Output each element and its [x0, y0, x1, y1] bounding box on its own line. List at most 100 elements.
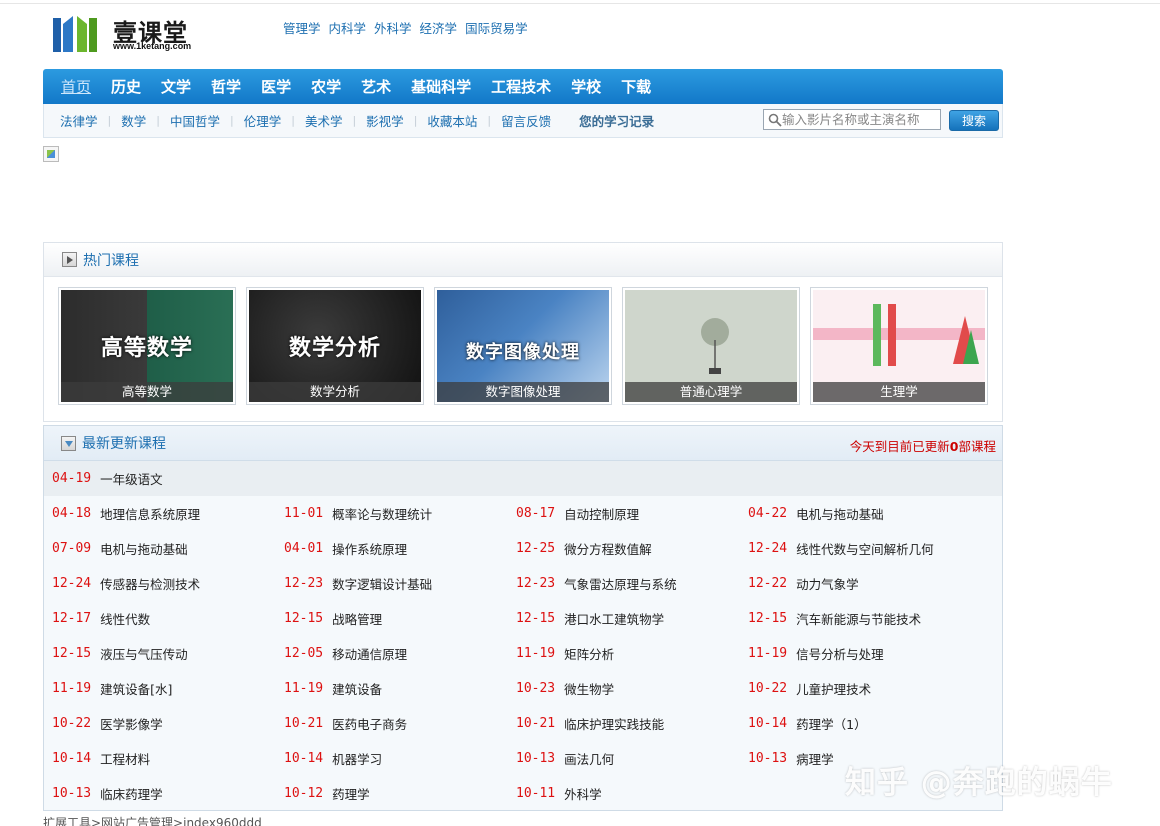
course-title[interactable]: 病理学 — [796, 749, 834, 768]
list-item[interactable]: 12-15 液压与气压传动 — [52, 644, 284, 663]
list-item[interactable]: 10-22 儿童护理技术 — [748, 679, 980, 698]
course-title[interactable]: 一年级语文 — [100, 469, 163, 488]
list-item[interactable]: 04-01 操作系统原理 — [284, 539, 516, 558]
course-title[interactable]: 微分方程数值解 — [564, 539, 652, 558]
course-card[interactable]: 普通心理学 — [622, 287, 800, 405]
nav-item[interactable]: 下载 — [611, 76, 661, 97]
list-item[interactable]: 12-24 传感器与检测技术 — [52, 574, 284, 593]
list-item[interactable]: 10-22 医学影像学 — [52, 714, 284, 733]
course-title[interactable]: 微生物学 — [564, 679, 614, 698]
course-title[interactable]: 医药电子商务 — [332, 714, 407, 733]
course-card[interactable]: 数学分析 数学分析 — [246, 287, 424, 405]
course-title[interactable]: 信号分析与处理 — [796, 644, 884, 663]
course-title[interactable]: 数字逻辑设计基础 — [332, 574, 432, 593]
nav-item[interactable]: 艺术 — [351, 76, 401, 97]
nav-item[interactable]: 基础科学 — [401, 76, 481, 97]
list-item[interactable]: 10-13 画法几何 — [516, 749, 748, 768]
list-item[interactable]: 12-17 线性代数 — [52, 609, 284, 628]
course-title[interactable]: 动力气象学 — [796, 574, 859, 593]
list-item[interactable]: 10-14 工程材料 — [52, 749, 284, 768]
course-card[interactable]: 高等数学 高等数学 — [58, 287, 236, 405]
course-title[interactable]: 药理学 — [332, 784, 370, 803]
course-title[interactable]: 线性代数与空间解析几何 — [796, 539, 934, 558]
nav-item[interactable]: 文学 — [151, 76, 201, 97]
list-item[interactable]: 12-15 汽车新能源与节能技术 — [748, 609, 980, 628]
sub-nav-item[interactable]: 法律学 — [50, 111, 108, 130]
sub-nav-item[interactable]: 伦理学 — [234, 111, 292, 130]
top-link[interactable]: 外科学 — [374, 18, 412, 37]
list-item[interactable]: 07-09 电机与拖动基础 — [52, 539, 284, 558]
nav-item[interactable]: 医学 — [251, 76, 301, 97]
course-title[interactable]: 电机与拖动基础 — [796, 504, 884, 523]
list-item[interactable]: 12-15 战略管理 — [284, 609, 516, 628]
sub-nav-item[interactable]: 数学 — [111, 111, 156, 130]
list-item[interactable]: 10-12 药理学 — [284, 784, 516, 803]
list-item[interactable]: 10-23 微生物学 — [516, 679, 748, 698]
course-title[interactable]: 医学影像学 — [100, 714, 163, 733]
course-title[interactable]: 自动控制原理 — [564, 504, 639, 523]
nav-item[interactable]: 农学 — [301, 76, 351, 97]
sub-nav-item[interactable]: 收藏本站 — [417, 111, 487, 130]
top-link[interactable]: 内科学 — [329, 18, 367, 37]
nav-item[interactable]: 哲学 — [201, 76, 251, 97]
site-logo[interactable]: 壹课堂 www.1ketang.com — [53, 11, 203, 55]
list-item[interactable]: 04-19 一年级语文 — [44, 461, 1002, 496]
list-item[interactable]: 04-22 电机与拖动基础 — [748, 504, 980, 523]
course-title[interactable]: 电机与拖动基础 — [100, 539, 188, 558]
course-title[interactable]: 液压与气压传动 — [100, 644, 188, 663]
course-title[interactable]: 港口水工建筑物学 — [564, 609, 664, 628]
list-item[interactable]: 12-25 微分方程数值解 — [516, 539, 748, 558]
list-item[interactable]: 12-23 气象雷达原理与系统 — [516, 574, 748, 593]
course-title[interactable]: 线性代数 — [100, 609, 150, 628]
study-record-link[interactable]: 您的学习记录 — [561, 111, 664, 130]
list-item[interactable]: 04-18 地理信息系统原理 — [52, 504, 284, 523]
list-item[interactable]: 10-11 外科学 — [516, 784, 748, 803]
nav-item[interactable]: 工程技术 — [481, 76, 561, 97]
search-button[interactable]: 搜索 — [949, 110, 999, 131]
list-item[interactable]: 10-21 临床护理实践技能 — [516, 714, 748, 733]
list-item[interactable]: 10-13 临床药理学 — [52, 784, 284, 803]
list-item[interactable]: 12-24 线性代数与空间解析几何 — [748, 539, 980, 558]
course-title[interactable]: 临床护理实践技能 — [564, 714, 664, 733]
course-card[interactable]: 生理学 — [810, 287, 988, 405]
course-title[interactable]: 矩阵分析 — [564, 644, 614, 663]
course-title[interactable]: 移动通信原理 — [332, 644, 407, 663]
course-title[interactable]: 汽车新能源与节能技术 — [796, 609, 921, 628]
list-item[interactable]: 11-19 矩阵分析 — [516, 644, 748, 663]
top-link[interactable]: 经济学 — [420, 18, 458, 37]
search-input[interactable] — [782, 110, 932, 129]
list-item[interactable]: 10-14 药理学（1） — [748, 714, 980, 733]
top-link[interactable]: 国际贸易学 — [465, 18, 528, 37]
course-title[interactable]: 地理信息系统原理 — [100, 504, 200, 523]
course-card[interactable]: 数字图像处理 数字图像处理 — [434, 287, 612, 405]
list-item[interactable]: 11-19 建筑设备[水] — [52, 679, 284, 698]
nav-item[interactable]: 历史 — [101, 76, 151, 97]
course-title[interactable]: 操作系统原理 — [332, 539, 407, 558]
course-title[interactable]: 临床药理学 — [100, 784, 163, 803]
sub-nav-item[interactable]: 美术学 — [295, 111, 353, 130]
list-item[interactable]: 12-22 动力气象学 — [748, 574, 980, 593]
course-title[interactable]: 战略管理 — [332, 609, 382, 628]
course-title[interactable]: 气象雷达原理与系统 — [564, 574, 677, 593]
course-title[interactable]: 外科学 — [564, 784, 602, 803]
course-title[interactable]: 概率论与数理统计 — [332, 504, 432, 523]
sub-nav-item[interactable]: 中国哲学 — [160, 111, 230, 130]
sub-nav-item[interactable]: 影视学 — [356, 111, 414, 130]
course-title[interactable]: 工程材料 — [100, 749, 150, 768]
course-title[interactable]: 建筑设备 — [332, 679, 382, 698]
nav-item-home[interactable]: 首页 — [51, 76, 101, 97]
nav-item[interactable]: 学校 — [561, 76, 611, 97]
course-title[interactable]: 传感器与检测技术 — [100, 574, 200, 593]
list-item[interactable]: 11-01 概率论与数理统计 — [284, 504, 516, 523]
course-title[interactable]: 机器学习 — [332, 749, 382, 768]
sub-nav-item[interactable]: 留言反馈 — [491, 111, 561, 130]
course-title[interactable]: 药理学（1） — [796, 714, 866, 733]
list-item[interactable]: 10-21 医药电子商务 — [284, 714, 516, 733]
course-title[interactable]: 儿童护理技术 — [796, 679, 871, 698]
top-link[interactable]: 管理学 — [283, 18, 321, 37]
list-item[interactable]: 12-15 港口水工建筑物学 — [516, 609, 748, 628]
list-item[interactable]: 12-05 移动通信原理 — [284, 644, 516, 663]
list-item[interactable]: 11-19 信号分析与处理 — [748, 644, 980, 663]
list-item[interactable]: 11-19 建筑设备 — [284, 679, 516, 698]
list-item[interactable]: 10-14 机器学习 — [284, 749, 516, 768]
